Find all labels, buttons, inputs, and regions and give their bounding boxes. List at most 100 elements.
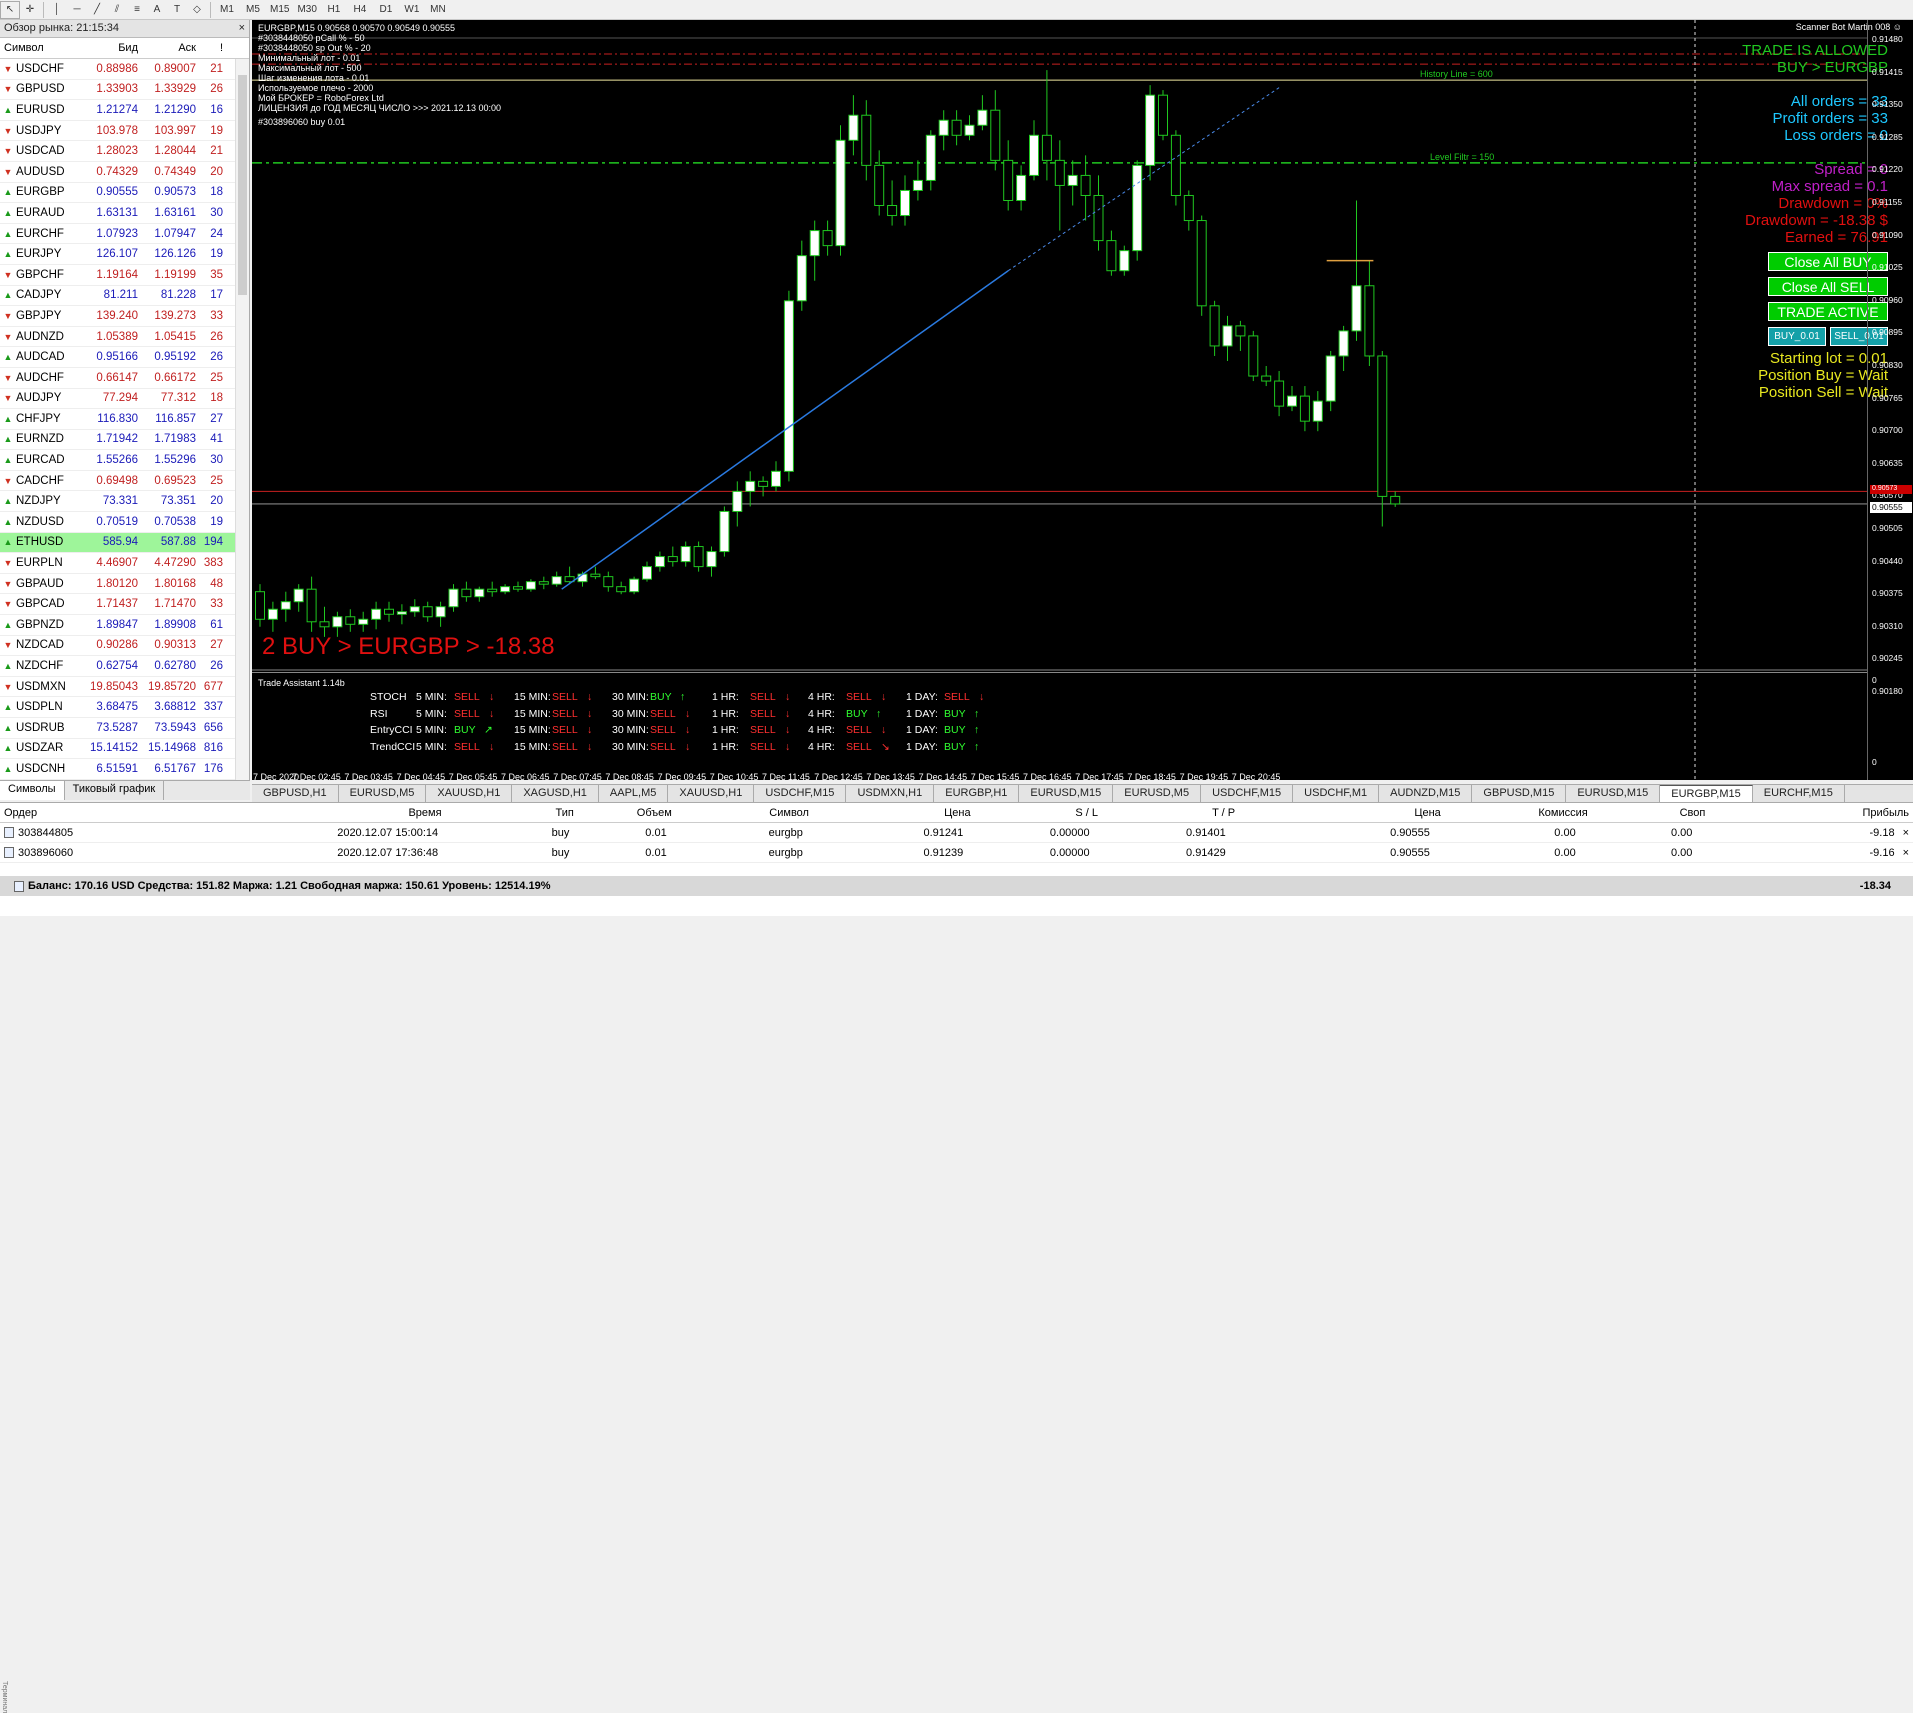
market-watch-row[interactable]: ▲ NZDJPY 73.331 73.351 20 — [0, 491, 249, 513]
orders-column-header[interactable]: Время — [157, 807, 446, 819]
chart-tab[interactable]: XAUUSD,H1 — [668, 785, 755, 802]
timeframe-mn[interactable]: MN — [425, 1, 451, 19]
market-watch-row[interactable]: ▲ ETHUSD 585.94 587.88 194 — [0, 532, 249, 554]
market-watch-row[interactable]: ▲ USDRUB 73.5287 73.5943 656 — [0, 718, 249, 739]
market-watch-row[interactable]: ▼ GBPUSD 1.33903 1.33929 26 — [0, 80, 249, 101]
orders-column-header[interactable]: Цена — [1239, 807, 1445, 819]
market-watch-row[interactable]: ▲ NZDUSD 0.70519 0.70538 19 — [0, 512, 249, 533]
close-order-icon[interactable]: × — [1899, 827, 1913, 839]
market-watch-row[interactable]: ▼ GBPCAD 1.71437 1.71470 33 — [0, 594, 249, 616]
cursor-icon[interactable]: ↖ — [0, 0, 20, 19]
market-watch-row[interactable]: ▲ EURJPY 126.107 126.126 19 — [0, 244, 249, 265]
market-watch-row[interactable]: ▲ NZDCHF 0.62754 0.62780 26 — [0, 656, 249, 677]
order-row[interactable]: 303896060 2020.12.07 17:36:48 buy 0.01 eurgb… — [0, 843, 1913, 863]
market-watch-row[interactable]: ▲ EURGBP 0.90555 0.90573 18 — [0, 183, 249, 204]
market-watch-row[interactable]: ▲ CADJPY 81.211 81.228 17 — [0, 286, 249, 307]
chart-tab[interactable]: USDCHF,M15 — [754, 785, 847, 802]
timeframe-m5[interactable]: M5 — [240, 1, 266, 19]
chart-tab[interactable]: AAPL,M5 — [599, 785, 669, 802]
chart-tab[interactable]: XAUUSD,H1 — [426, 785, 513, 802]
orders-column-header[interactable]: Тип — [446, 807, 578, 819]
chart-tab[interactable]: EURUSD,M15 — [1566, 785, 1661, 802]
chart-tab[interactable]: EURUSD,M5 — [1113, 785, 1202, 802]
orders-column-header[interactable]: Ордер — [0, 807, 157, 819]
column-bid[interactable]: Бид — [84, 42, 142, 54]
chart-window[interactable]: History Line = 600 Level Filtr = 150 EURG… — [252, 20, 1913, 780]
tab-symbols[interactable]: Символы — [0, 781, 65, 800]
column-symbol[interactable]: Символ — [0, 42, 84, 54]
market-watch-row[interactable]: ▲ EURNZD 1.71942 1.71983 41 — [0, 430, 249, 451]
chart-tab[interactable]: AUDNZD,M15 — [1379, 785, 1473, 802]
market-watch-row[interactable]: ▼ AUDNZD 1.05389 1.05415 26 — [0, 327, 249, 348]
column-ask[interactable]: Аск — [142, 42, 200, 54]
market-watch-row[interactable]: ▲ GBPNZD 1.89847 1.89908 61 — [0, 615, 249, 636]
chart-tab[interactable]: USDMXN,H1 — [846, 785, 935, 802]
market-watch-row[interactable]: ▲ EURCHF 1.07923 1.07947 24 — [0, 224, 249, 245]
orders-column-header[interactable]: Объем — [578, 807, 676, 819]
market-watch-row[interactable]: ▼ AUDUSD 0.74329 0.74349 20 — [0, 162, 249, 183]
market-watch-row[interactable]: ▲ EURCAD 1.55266 1.55296 30 — [0, 450, 249, 471]
timeframe-h1[interactable]: H1 — [321, 1, 347, 19]
market-watch-row[interactable]: ▲ USDZAR 15.14152 15.14968 816 — [0, 739, 249, 760]
vline-icon[interactable]: │ — [47, 1, 67, 19]
scrollbar-thumb[interactable] — [238, 75, 247, 295]
chart-tab[interactable]: USDCHF,M15 — [1201, 785, 1294, 802]
chart-tab[interactable]: EURUSD,M15 — [1019, 785, 1114, 802]
market-watch-row[interactable]: ▲ AUDCAD 0.95166 0.95192 26 — [0, 347, 249, 368]
market-watch-row[interactable]: ▲ EURUSD 1.21274 1.21290 16 — [0, 100, 249, 121]
market-watch-row[interactable]: ▼ GBPJPY 139.240 139.273 33 — [0, 306, 249, 327]
orders-column-header[interactable]: Цена — [813, 807, 975, 819]
market-watch-row[interactable]: ▼ GBPCHF 1.19164 1.19199 35 — [0, 265, 249, 286]
shapes-icon[interactable]: ◇ — [187, 1, 207, 19]
chart-tab[interactable]: EURGBP,H1 — [934, 785, 1020, 802]
time-axis[interactable]: 7 Dec 2020 7 Dec 02:45 7 Dec 03:45 7 Dec 04… — [252, 770, 1867, 780]
market-watch-row[interactable]: ▲ EURAUD 1.63131 1.63161 30 — [0, 203, 249, 224]
chart-tab[interactable]: GBPUSD,M15 — [1472, 785, 1567, 802]
scrollbar[interactable] — [235, 59, 249, 799]
label-icon[interactable]: T — [167, 1, 187, 19]
market-watch-row[interactable]: ▼ AUDJPY 77.294 77.312 18 — [0, 389, 249, 410]
timeframe-h4[interactable]: H4 — [347, 1, 373, 19]
fibo-icon[interactable]: ≡ — [127, 1, 147, 19]
market-watch-row[interactable]: ▼ USDMXN 19.85043 19.85720 677 — [0, 677, 249, 698]
chart-tab[interactable]: EURGBP,M15 — [1660, 785, 1753, 802]
timeframe-w1[interactable]: W1 — [399, 1, 425, 19]
orders-column-header[interactable]: T / P — [1102, 807, 1239, 819]
timeframe-m30[interactable]: M30 — [293, 1, 320, 19]
buy-0-01-button[interactable]: BUY_0.01 — [1768, 327, 1826, 346]
text-icon[interactable]: A — [147, 1, 167, 19]
market-watch-row[interactable]: ▲ USDPLN 3.68475 3.68812 337 — [0, 697, 249, 718]
market-watch-row[interactable]: ▼ USDCHF 0.88986 0.89007 21 — [0, 59, 249, 80]
timeframe-d1[interactable]: D1 — [373, 1, 399, 19]
trendline-icon[interactable]: ╱ — [87, 1, 107, 19]
timeframe-m1[interactable]: M1 — [214, 1, 240, 19]
orders-column-header[interactable]: Символ — [676, 807, 813, 819]
market-watch-row[interactable]: ▼ CADCHF 0.69498 0.69523 25 — [0, 471, 249, 492]
orders-column-header[interactable]: Своп — [1592, 807, 1710, 819]
tab-tick-chart[interactable]: Тиковый график — [65, 781, 165, 800]
market-watch-row[interactable]: ▼ AUDCHF 0.66147 0.66172 25 — [0, 368, 249, 389]
column-spread[interactable]: ! — [200, 42, 226, 54]
orders-column-header[interactable]: Прибыль — [1709, 807, 1913, 819]
crosshair-icon[interactable]: ✛ — [20, 1, 40, 19]
orders-column-header[interactable]: Комиссия — [1445, 807, 1592, 819]
close-order-icon[interactable]: × — [1899, 847, 1913, 859]
order-row[interactable]: 303844805 2020.12.07 15:00:14 buy 0.01 eurgb… — [0, 823, 1913, 843]
chart-tab[interactable]: GBPUSD,H1 — [252, 785, 339, 802]
price-axis[interactable]: 0.91480 0.91415 0.91350 0.91285 0.91220 0.911… — [1867, 20, 1913, 780]
orders-column-header[interactable]: S / L — [975, 807, 1102, 819]
hline-icon[interactable]: ─ — [67, 1, 87, 19]
chart-tab[interactable]: XAGUSD,H1 — [512, 785, 599, 802]
chart-tab[interactable]: USDCHF,M1 — [1293, 785, 1380, 802]
market-watch-row[interactable]: ▼ NZDCAD 0.90286 0.90313 27 — [0, 636, 249, 657]
market-watch-row[interactable]: ▼ USDCAD 1.28023 1.28044 21 — [0, 141, 249, 162]
chart-tab[interactable]: EURUSD,M5 — [339, 785, 427, 802]
market-watch-row[interactable]: ▼ EURPLN 4.46907 4.47290 383 — [0, 553, 249, 574]
channel-icon[interactable]: ⫽ — [107, 1, 127, 19]
close-icon[interactable]: × — [239, 22, 245, 35]
market-watch-row[interactable]: ▼ USDJPY 103.978 103.997 19 — [0, 121, 249, 142]
chart-tab[interactable]: EURCHF,M15 — [1753, 785, 1845, 802]
timeframe-m15[interactable]: M15 — [266, 1, 293, 19]
market-watch-row[interactable]: ▲ USDCNH 6.51591 6.51767 176 — [0, 759, 249, 780]
market-watch-row[interactable]: ▲ CHFJPY 116.830 116.857 27 — [0, 409, 249, 430]
